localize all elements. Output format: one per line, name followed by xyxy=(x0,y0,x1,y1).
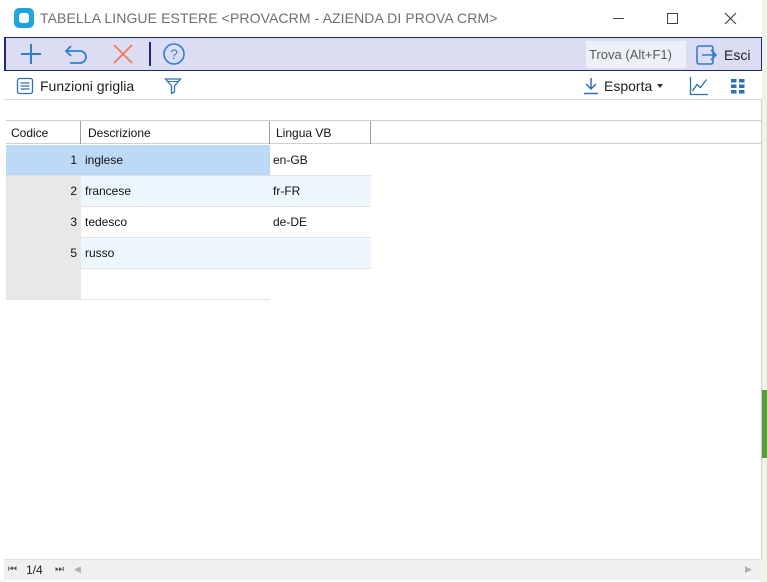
language-cell[interactable]: fr-FR xyxy=(270,176,371,207)
main-toolbar: ? Trova (Alt+F1) Esci xyxy=(4,37,762,71)
table-row[interactable]: 3 tedesco de-DE xyxy=(6,207,371,238)
add-button[interactable] xyxy=(16,40,46,68)
undo-button[interactable] xyxy=(61,40,91,68)
table-row[interactable]: 1 inglese en-GB xyxy=(6,145,371,176)
dialog-window: TABELLA LINGUE ESTERE <PROVACRM - AZIEND… xyxy=(0,0,762,580)
undo-icon xyxy=(64,45,87,64)
code-cell[interactable]: 3 xyxy=(6,207,81,238)
description-cell[interactable]: francese xyxy=(81,176,270,207)
first-page-icon[interactable]: ⏮ xyxy=(8,564,17,575)
code-cell[interactable]: 1 xyxy=(6,145,81,176)
column-header-language[interactable]: Lingua VB xyxy=(270,121,371,144)
description-cell[interactable]: tedesco xyxy=(81,207,270,238)
download-icon xyxy=(584,78,598,95)
chart-icon xyxy=(689,77,708,96)
list-icon xyxy=(16,77,34,95)
exit-icon xyxy=(696,44,718,65)
toolbar-separator xyxy=(149,42,151,66)
data-grid: Codice Descrizione Lingua VB 1 inglese e… xyxy=(6,120,761,560)
minimize-icon xyxy=(612,18,624,19)
close-button[interactable] xyxy=(702,0,758,37)
grid-functions-label: Funzioni griglia xyxy=(40,78,135,94)
minimize-button[interactable] xyxy=(590,0,646,37)
description-cell[interactable]: inglese xyxy=(81,145,270,176)
code-cell[interactable]: 5 xyxy=(6,238,81,269)
exit-button[interactable]: Esci xyxy=(688,39,760,70)
grid-view-button[interactable] xyxy=(726,74,750,98)
language-cell[interactable] xyxy=(270,238,371,269)
filter-button[interactable] xyxy=(162,75,184,97)
maximize-icon xyxy=(666,13,678,24)
search-input[interactable]: Trova (Alt+F1) xyxy=(586,41,686,68)
app-logo-icon xyxy=(14,8,34,28)
language-cell[interactable]: de-DE xyxy=(270,207,371,238)
language-cell[interactable] xyxy=(270,269,371,300)
description-cell[interactable]: russo xyxy=(81,238,270,269)
title-bar: TABELLA LINGUE ESTERE <PROVACRM - AZIEND… xyxy=(0,0,762,37)
code-cell[interactable]: 2 xyxy=(6,176,81,207)
help-button[interactable]: ? xyxy=(159,40,189,68)
language-cell[interactable]: en-GB xyxy=(270,145,371,176)
chart-button[interactable] xyxy=(687,74,711,98)
scroll-left-icon[interactable]: ◀ xyxy=(74,564,81,575)
filter-icon xyxy=(164,78,182,95)
column-header-code[interactable]: Codice xyxy=(6,121,81,144)
export-button[interactable]: Esporta xyxy=(583,74,664,98)
last-page-icon[interactable]: ⏭ xyxy=(55,564,64,575)
export-label: Esporta xyxy=(604,78,653,94)
grid-functions-button[interactable]: Funzioni griglia xyxy=(16,74,134,98)
window-title: TABELLA LINGUE ESTERE <PROVACRM - AZIEND… xyxy=(40,10,498,26)
column-header-description[interactable]: Descrizione xyxy=(81,121,270,144)
table-row[interactable]: 2 francese fr-FR xyxy=(6,176,371,207)
status-bar: ⏮ 1/4 ⏭ ◀ ▶ xyxy=(4,559,762,580)
new-row[interactable] xyxy=(6,269,371,300)
grid-icon xyxy=(731,79,745,94)
page-indicator: 1/4 xyxy=(26,563,43,577)
scroll-right-icon[interactable]: ▶ xyxy=(745,564,752,575)
close-icon xyxy=(724,12,736,25)
delete-icon xyxy=(113,44,133,64)
exit-button-label: Esci xyxy=(724,46,751,63)
help-icon: ? xyxy=(163,43,185,65)
dropdown-caret-icon xyxy=(657,84,664,88)
table-row[interactable]: 5 russo xyxy=(6,238,371,269)
add-icon xyxy=(21,44,41,64)
delete-button[interactable] xyxy=(108,40,138,68)
svg-text:?: ? xyxy=(170,46,178,62)
grid-toolbar: Funzioni griglia Esporta xyxy=(4,71,762,100)
grid-header: Codice Descrizione Lingua VB xyxy=(6,121,761,144)
maximize-button[interactable] xyxy=(644,0,700,37)
description-cell[interactable] xyxy=(81,269,270,300)
code-cell[interactable] xyxy=(6,269,81,300)
